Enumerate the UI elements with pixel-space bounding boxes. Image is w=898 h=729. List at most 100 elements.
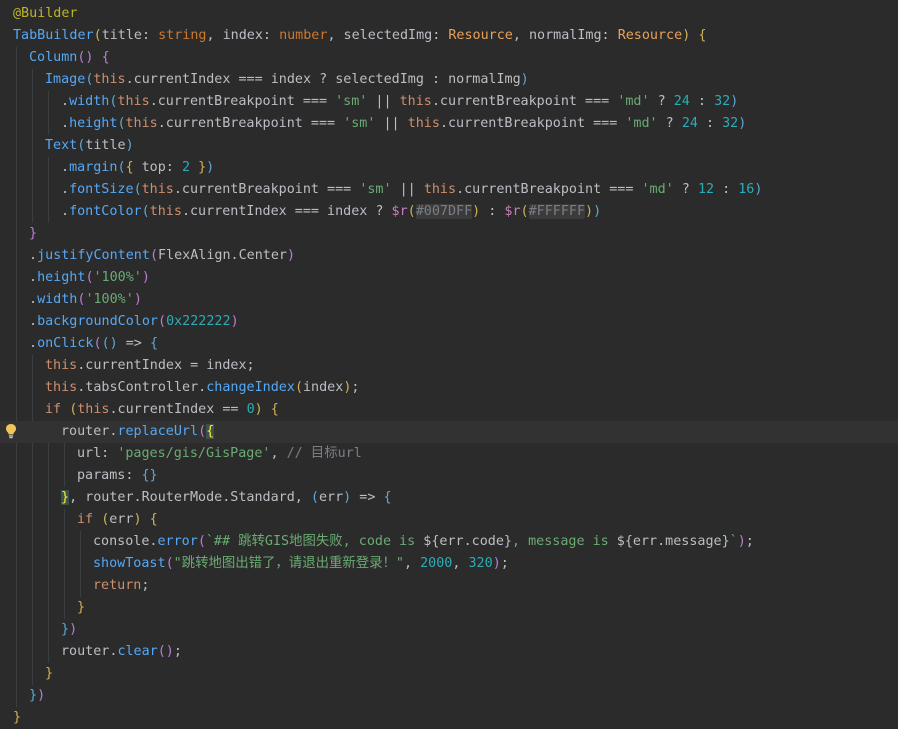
code-token: } [77, 600, 86, 615]
code-token: ; [351, 380, 360, 395]
code-line[interactable]: return; [0, 575, 898, 597]
code-token: . [61, 204, 70, 219]
code-line[interactable]: url: 'pages/gis/GisPage', // 目标url [0, 443, 898, 465]
code-token: 'md' [625, 116, 658, 131]
code-token: { [698, 28, 707, 43]
code-token: this [117, 94, 150, 109]
code-line[interactable]: } [0, 223, 898, 245]
code-line[interactable]: TabBuilder(title: string, index: number,… [0, 25, 898, 47]
code-line[interactable]: Column() { [0, 47, 898, 69]
code-line[interactable]: Text(title) [0, 135, 898, 157]
code-token: ) [738, 116, 747, 131]
code-token: ) [254, 402, 263, 417]
code-line-current[interactable]: router.replaceUrl({ [0, 421, 898, 443]
code-token: console. [93, 534, 158, 549]
code-token: ` [729, 534, 738, 549]
code-token: ; [173, 644, 182, 659]
code-token: ( [407, 204, 416, 219]
code-line[interactable]: } [0, 707, 898, 729]
code-token: top: [133, 160, 182, 175]
code-token: , normalImg: [512, 28, 618, 43]
code-token: Resource [617, 28, 683, 43]
code-token: err [109, 512, 134, 527]
code-text: url: 'pages/gis/GisPage', // 目标url [77, 443, 362, 465]
code-token: ( [85, 270, 94, 285]
code-token: Column [29, 50, 78, 65]
code-text: } [29, 223, 37, 245]
code-token: () [77, 50, 94, 65]
code-line[interactable]: .width('100%') [0, 289, 898, 311]
code-token: } [61, 622, 70, 637]
code-token: ) [520, 72, 529, 87]
code-token: 2000 [420, 556, 453, 571]
code-token: ( [294, 380, 303, 395]
code-editor[interactable]: @Builder TabBuilder(title: string, index:… [0, 3, 898, 725]
code-token: ( [141, 204, 150, 219]
code-token: 2 [181, 160, 190, 175]
code-token: Text [45, 138, 78, 153]
code-text: .backgroundColor(0x222222) [29, 311, 239, 333]
code-token: { [383, 490, 392, 505]
code-token: replaceUrl [117, 424, 199, 439]
code-line[interactable]: .onClick(() => { [0, 333, 898, 355]
code-line[interactable]: .width(this.currentBreakpoint === 'sm' |… [0, 91, 898, 113]
code-token: || [391, 182, 424, 197]
code-line[interactable]: .margin({ top: 2 }) [0, 157, 898, 179]
code-line[interactable]: console.error(`## 跳转GIS地图失败, code is ${e… [0, 531, 898, 553]
code-token: this [149, 204, 182, 219]
code-line[interactable]: if (err) { [0, 509, 898, 531]
code-token: 'md' [617, 94, 650, 109]
lightbulb-icon[interactable] [5, 423, 17, 439]
code-token: . [29, 248, 38, 263]
code-line[interactable]: @Builder [0, 3, 898, 25]
code-token: , [270, 446, 287, 461]
code-line[interactable]: } [0, 597, 898, 619]
code-token: { [270, 402, 279, 417]
code-line[interactable]: .height(this.currentBreakpoint === 'sm' … [0, 113, 898, 135]
code-text: this.currentIndex = index; [45, 355, 255, 377]
code-line[interactable]: } [0, 663, 898, 685]
code-token: ) [141, 270, 150, 285]
code-token: this [77, 402, 110, 417]
code-line[interactable]: showToast("跳转地图出错了，请退出重新登录！", 2000, 320)… [0, 553, 898, 575]
code-token: title: [101, 28, 159, 43]
code-token: FlexAlign.Center [158, 248, 287, 263]
code-token: Image [45, 72, 86, 87]
code-token: ( [310, 490, 319, 505]
code-text: .margin({ top: 2 }) [61, 157, 214, 179]
code-token: ) [585, 204, 594, 219]
code-token: .currentIndex == [109, 402, 247, 417]
code-token: $r [391, 204, 408, 219]
code-line[interactable]: if (this.currentIndex == 0) { [0, 399, 898, 421]
code-line[interactable]: Image(this.currentIndex === index ? sele… [0, 69, 898, 91]
code-token: // 目标url [286, 446, 362, 461]
code-token: 24 [681, 116, 698, 131]
code-text: }) [29, 685, 45, 707]
code-text: } [45, 663, 53, 685]
code-line[interactable]: .height('100%') [0, 267, 898, 289]
code-token: ) [37, 688, 46, 703]
code-line[interactable]: .backgroundColor(0x222222) [0, 311, 898, 333]
code-line[interactable]: .fontColor(this.currentIndex === index ?… [0, 201, 898, 223]
code-token: #007DFF [415, 204, 473, 219]
code-line[interactable]: router.clear(); [0, 641, 898, 663]
code-line[interactable]: this.currentIndex = index; [0, 355, 898, 377]
code-token: ) [754, 182, 763, 197]
code-line[interactable]: params: {} [0, 465, 898, 487]
code-line[interactable]: }) [0, 619, 898, 641]
code-line[interactable]: this.tabsController.changeIndex(index); [0, 377, 898, 399]
code-line[interactable]: .fontSize(this.currentBreakpoint === 'sm… [0, 179, 898, 201]
code-token: ) [230, 314, 239, 329]
code-token: `## 跳转GIS地图失败, code is [205, 534, 424, 549]
code-token: if [77, 512, 94, 527]
code-token: => [351, 490, 384, 505]
code-line[interactable]: }) [0, 685, 898, 707]
code-line[interactable]: }, router.RouterMode.Standard, (err) => … [0, 487, 898, 509]
code-token: , [452, 556, 469, 571]
code-token: onClick [37, 336, 94, 351]
code-text: .justifyContent(FlexAlign.Center) [29, 245, 295, 267]
code-line[interactable]: .justifyContent(FlexAlign.Center) [0, 245, 898, 267]
code-token: justifyContent [37, 248, 150, 263]
